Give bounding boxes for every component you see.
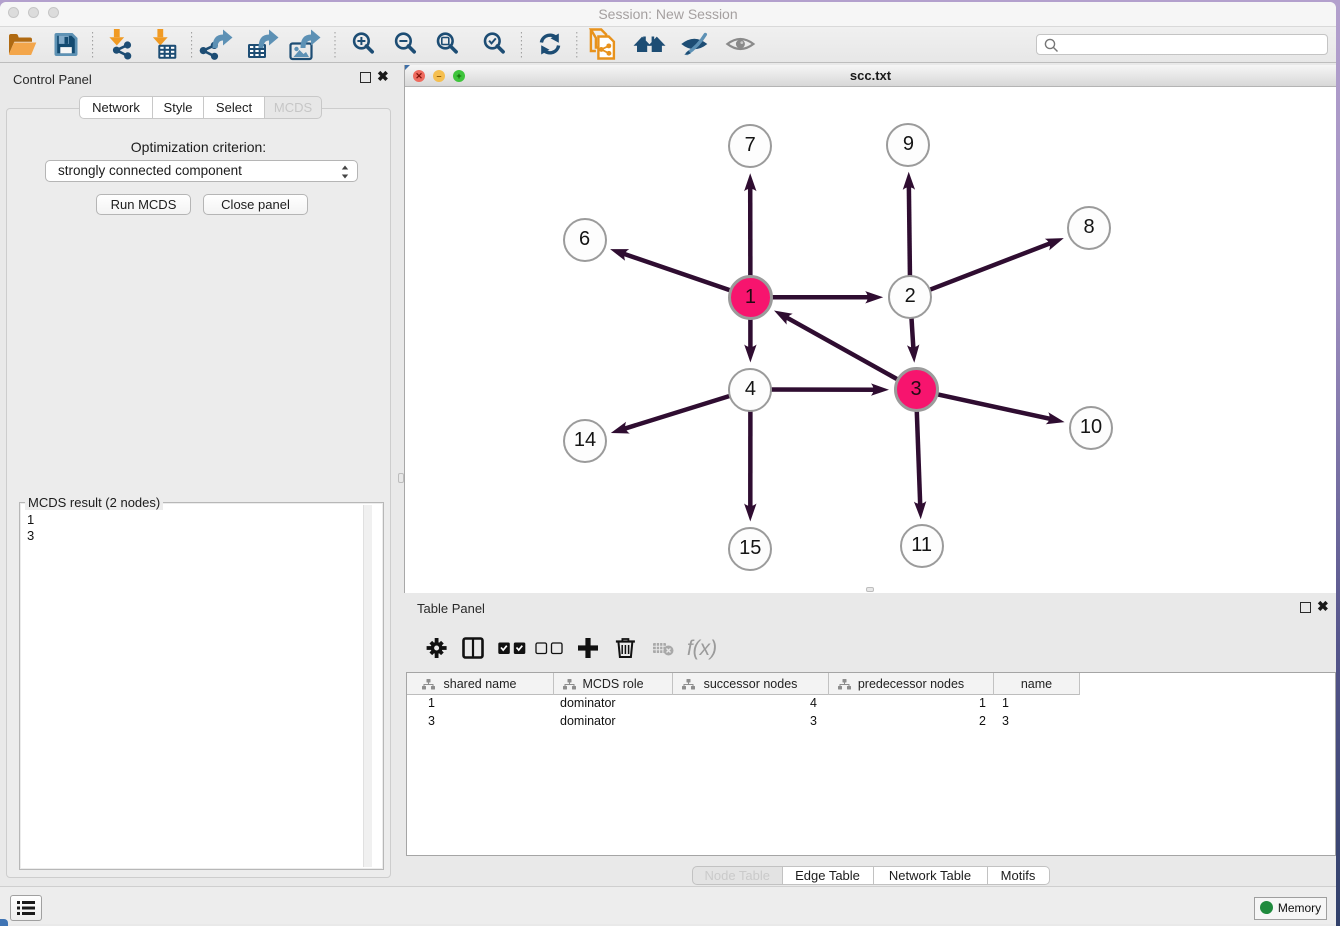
svg-text:f(x): f(x) <box>687 637 717 660</box>
